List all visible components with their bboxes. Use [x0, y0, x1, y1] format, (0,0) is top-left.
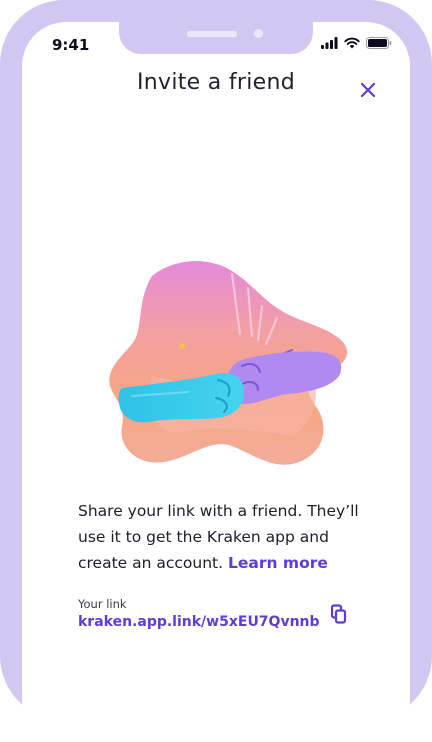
app-screen: 9:41 Invite a friend Share your link wit… — [22, 22, 410, 742]
front-camera — [254, 29, 263, 38]
phone-notch — [119, 22, 313, 54]
copy-button[interactable] — [328, 603, 350, 627]
fist-bump-illustration — [109, 261, 348, 465]
speaker-grille — [187, 31, 237, 37]
wifi-icon — [344, 37, 360, 49]
phone-frame: 9:41 Invite a friend Share your link wit… — [0, 0, 432, 742]
copy-icon — [330, 604, 347, 624]
close-button[interactable] — [356, 78, 380, 102]
invite-link[interactable]: kraken.app.link/w5xEU7Qvnnb — [78, 614, 320, 630]
link-label: Your link — [78, 597, 127, 611]
page-title: Invite a friend — [136, 70, 296, 95]
status-icons — [321, 37, 392, 49]
learn-more-link[interactable]: Learn more — [228, 554, 328, 572]
close-icon — [360, 82, 376, 98]
status-time: 9:41 — [52, 36, 90, 54]
invite-description: Share your link with a friend. They’ll u… — [78, 498, 378, 576]
battery-icon — [366, 37, 392, 49]
cellular-signal-icon — [321, 37, 338, 49]
